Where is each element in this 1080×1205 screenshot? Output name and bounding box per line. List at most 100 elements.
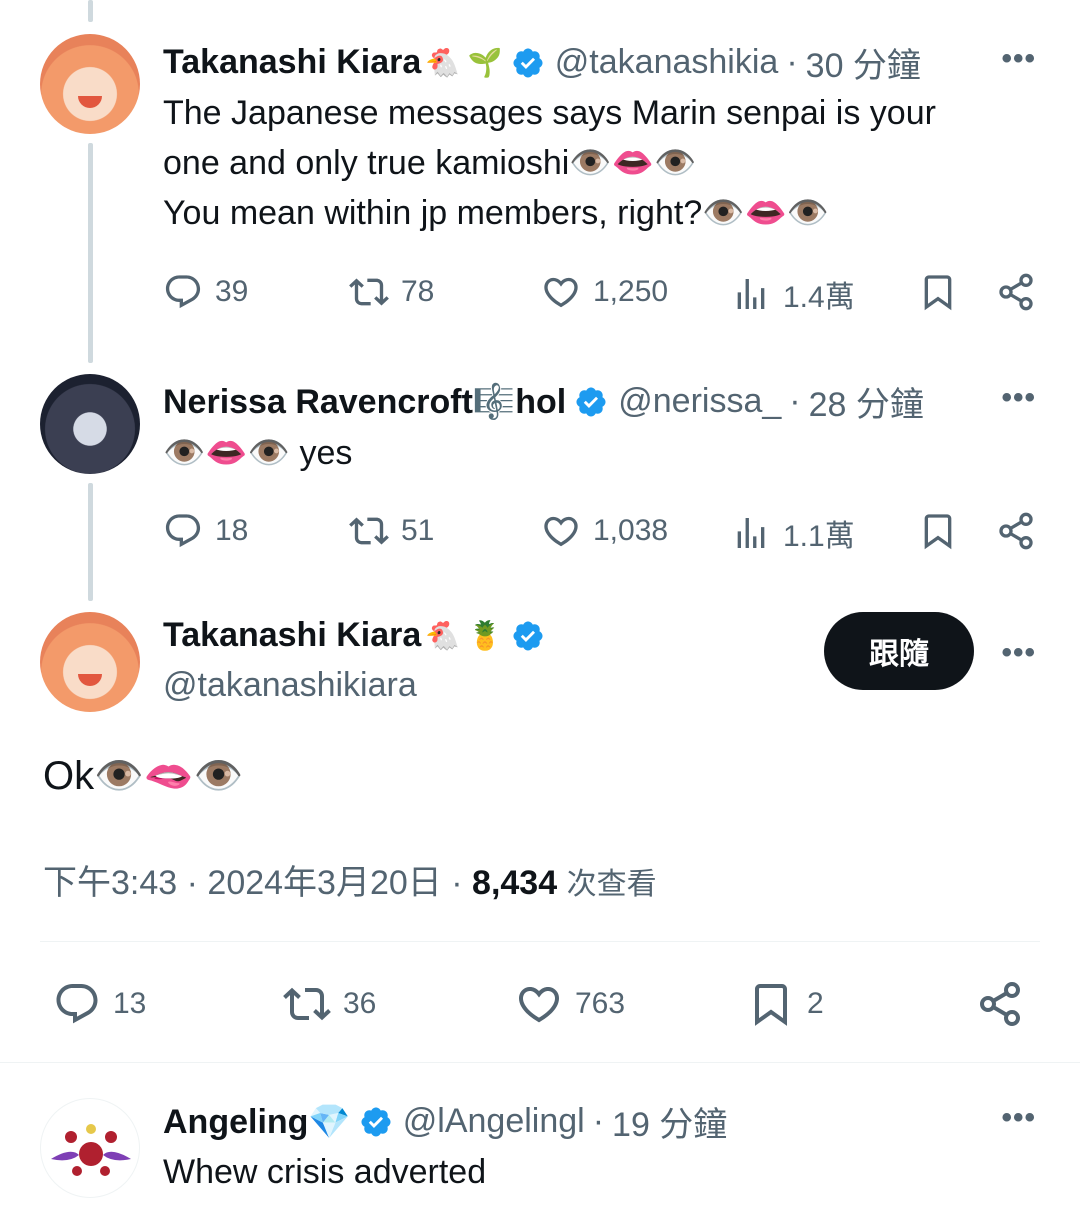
tweet-actions: 18 51 1,038 1.1萬 (163, 511, 1038, 555)
user-handle[interactable]: @takanashikia (555, 43, 779, 82)
views-button[interactable]: 1.1萬 (731, 511, 855, 555)
reply-icon (165, 514, 201, 548)
user-name[interactable]: Takanashi Kiara (163, 43, 421, 82)
tweet-date[interactable]: 2024年3月20日 (207, 864, 441, 902)
views-label: 次查看 (566, 868, 657, 901)
tweet-text-line: 👁️👄👁️ yes (163, 434, 353, 472)
views-icon (737, 279, 765, 309)
tweet-time[interactable]: 28 分鐘 (809, 377, 924, 426)
separator: · (451, 864, 463, 902)
reply-icon (56, 984, 98, 1024)
tweet-handle-row: @takanashikiara (163, 666, 417, 705)
like-button[interactable]: 1,038 (541, 511, 668, 551)
thread-line (88, 483, 93, 601)
user-name[interactable]: Angeling💎 (163, 1102, 351, 1142)
user-badge: 🐔 🍍 (425, 620, 503, 651)
tweet-header: Nerissa Ravencroft🎼hol @nerissa_ · 28 分鐘 (163, 377, 924, 426)
more-icon[interactable]: ••• (1001, 381, 1036, 415)
follow-button[interactable]: 跟隨 (824, 612, 974, 690)
separator: · (186, 864, 198, 902)
user-handle[interactable]: @lAngelingl (403, 1102, 585, 1141)
like-button[interactable]: 763 (515, 980, 625, 1028)
retweet-icon (349, 278, 389, 306)
share-icon (999, 273, 1033, 311)
reply-button[interactable]: 13 (53, 980, 146, 1028)
retweet-button[interactable]: 51 (349, 511, 434, 551)
like-button[interactable]: 1,250 (541, 272, 668, 312)
bookmark-button[interactable]: 2 (747, 980, 824, 1028)
views-count: 1.1萬 (783, 520, 855, 553)
angel-logo-icon (51, 1124, 131, 1176)
share-icon (980, 982, 1020, 1026)
reply-button[interactable]: 39 (163, 272, 248, 312)
retweet-button[interactable]: 36 (283, 980, 376, 1028)
reply-count: 13 (113, 987, 147, 1020)
verified-icon (576, 386, 606, 417)
separator: · (789, 382, 801, 420)
bookmark-icon (924, 275, 952, 311)
more-icon[interactable]: ••• (1001, 42, 1036, 76)
user-badge: 🐔 🌱 (425, 47, 503, 78)
tweet-text-line: one and only true kamioshi👁️👄👁️ (163, 144, 697, 182)
avatar[interactable] (40, 612, 140, 712)
heart-icon (518, 987, 560, 1023)
avatar[interactable] (40, 1098, 140, 1198)
views-icon (737, 518, 765, 548)
retweet-count: 36 (343, 987, 377, 1020)
tweet-time[interactable]: 30 分鐘 (806, 38, 921, 87)
retweet-icon (349, 517, 389, 545)
verified-icon (513, 620, 543, 651)
thread-line (88, 0, 93, 22)
tweet-header: Takanashi Kiara 🐔 🍍 (163, 616, 545, 655)
retweet-count: 78 (401, 275, 435, 308)
user-name[interactable]: Takanashi Kiara (163, 616, 421, 655)
more-icon[interactable]: ••• (1001, 1101, 1036, 1135)
bookmark-button[interactable] (918, 272, 958, 312)
retweet-count: 51 (401, 514, 435, 547)
separator: · (786, 43, 798, 81)
bookmark-count: 2 (807, 987, 824, 1020)
tweet-header: Takanashi Kiara 🐔 🌱 @takanashikia · 30 分… (163, 38, 921, 87)
user-handle[interactable]: @nerissa_ (618, 382, 781, 421)
like-count: 1,250 (593, 275, 669, 308)
tweet-text: 👁️👄👁️ yes (163, 428, 352, 478)
share-button[interactable] (996, 511, 1036, 551)
tweet-header: Angeling💎 @lAngelingl · 19 分鐘 (163, 1097, 727, 1146)
user-name[interactable]: Nerissa Ravencroft🎼hol (163, 382, 566, 422)
bookmark-icon (924, 514, 952, 550)
bookmark-icon (755, 984, 787, 1026)
reply-icon (165, 275, 201, 309)
share-button[interactable] (996, 272, 1036, 312)
tweet-time[interactable]: 下午3:43 (43, 864, 177, 902)
bookmark-button[interactable] (918, 511, 958, 551)
reply-count: 18 (215, 514, 249, 547)
tweet-text: Whew crisis adverted (163, 1153, 487, 1191)
like-count: 763 (575, 987, 626, 1020)
share-button[interactable] (976, 980, 1024, 1028)
views-button[interactable]: 1.4萬 (731, 272, 855, 316)
reply-count: 39 (215, 275, 249, 308)
tweet-meta: 下午3:43 · 2024年3月20日 · 8,434 次查看 (43, 855, 657, 904)
heart-icon (544, 516, 578, 547)
tweet-text: Ok👁️🫦👁️ (43, 754, 244, 798)
reply-button[interactable]: 18 (163, 511, 248, 551)
thread-line (88, 143, 93, 363)
divider (40, 941, 1040, 942)
verified-icon (513, 47, 543, 78)
views-count: 1.4萬 (783, 281, 855, 314)
share-icon (999, 512, 1033, 550)
avatar[interactable] (40, 374, 140, 474)
more-icon[interactable]: ••• (1001, 636, 1036, 670)
avatar[interactable] (40, 34, 140, 134)
retweet-button[interactable]: 78 (349, 272, 434, 312)
verified-icon (361, 1106, 391, 1137)
tweet-time[interactable]: 19 分鐘 (612, 1097, 727, 1146)
views-count: 8,434 (472, 864, 558, 902)
tweet-actions: 39 78 1,250 1.4萬 (163, 272, 1038, 316)
user-handle[interactable]: @takanashikiara (163, 666, 417, 705)
divider (0, 1062, 1080, 1063)
tweet-actions: 13 36 763 2 (43, 980, 1038, 1030)
separator: · (592, 1102, 605, 1140)
tweet-text: The Japanese messages says Marin senpai … (163, 88, 936, 238)
like-count: 1,038 (593, 514, 669, 547)
